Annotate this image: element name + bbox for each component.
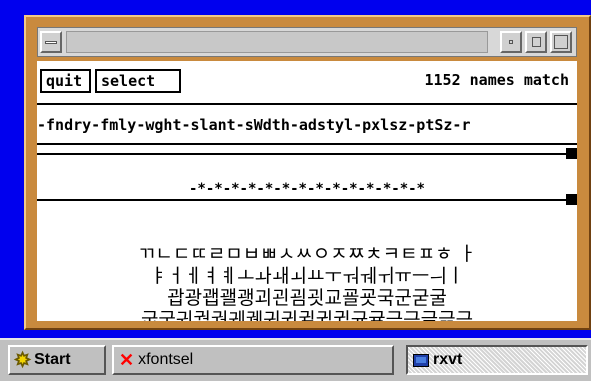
quit-button[interactable]: quit (40, 69, 91, 93)
close-icon (554, 35, 568, 49)
terminal-icon (413, 353, 429, 367)
close-button[interactable] (550, 31, 572, 53)
font-sample: ㄲㄴㄷㄸㄹㅁㅂㅃㅅㅆㅇㅈㅉㅊㅋㅌㅍㅎ ㅏ ㅑㅓㅔㅕㅖㅗㅘㅙㅚㅛㅜㅝㅞㅟㅠㅡㅢㅣ … (37, 243, 577, 321)
scroll-knob[interactable] (566, 148, 577, 159)
sample-line: ㅑㅓㅔㅕㅖㅗㅘㅙㅚㅛㅜㅝㅞㅟㅠㅡㅢㅣ (149, 265, 465, 287)
window-menu-button[interactable] (40, 31, 62, 53)
sample-line: 괍광괩괠괭괴괸굄굇교굘굣국군굳굴 (167, 287, 447, 309)
maximize-button[interactable] (525, 31, 547, 53)
xfontsel-client-area: quit select 1152 names match -fndry-fmly… (37, 61, 577, 321)
select-button[interactable]: select (95, 69, 181, 93)
field-line (37, 153, 567, 155)
rxvt-label: rxvt (433, 351, 463, 368)
field-row-top (37, 143, 577, 165)
taskbar-item-xfontsel[interactable]: ✕ xfontsel (112, 345, 394, 375)
field-row-bottom (37, 189, 577, 211)
xfontsel-label: xfontsel (138, 351, 194, 368)
maximize-icon (532, 37, 541, 47)
minimize-button[interactable] (500, 31, 522, 53)
field-line (37, 199, 567, 201)
title-bar[interactable] (37, 27, 577, 57)
x-icon: ✕ (119, 350, 135, 370)
sample-line: ㄲㄴㄷㄸㄹㅁㅂㅃㅅㅆㅇㅈㅉㅊㅋㅌㅍㅎ ㅏ (137, 243, 477, 265)
start-button[interactable]: ✸ Start (8, 345, 106, 375)
minimize-icon (509, 40, 513, 44)
star-icon: ✸ (14, 350, 31, 371)
divider (37, 103, 577, 105)
sample-line: 굽굿궈궐궝궤궸귀귄귈귐귑균귤극근글긁긋 (140, 309, 474, 321)
taskbar-item-rxvt[interactable]: rxvt (406, 345, 588, 375)
window-title[interactable] (66, 31, 488, 53)
menu-bar-icon (45, 41, 57, 44)
scroll-knob[interactable] (566, 194, 577, 205)
taskbar: ✸ Start ✕ xfontsel rxvt (0, 338, 591, 381)
match-count: 1152 names match (424, 71, 570, 89)
xfontsel-window: quit select 1152 names match -fndry-fmly… (24, 15, 591, 330)
start-label: Start (34, 351, 71, 368)
font-pattern-menu[interactable]: -fndry-fmly-wght-slant-sWdth-adstyl-pxls… (37, 113, 577, 137)
